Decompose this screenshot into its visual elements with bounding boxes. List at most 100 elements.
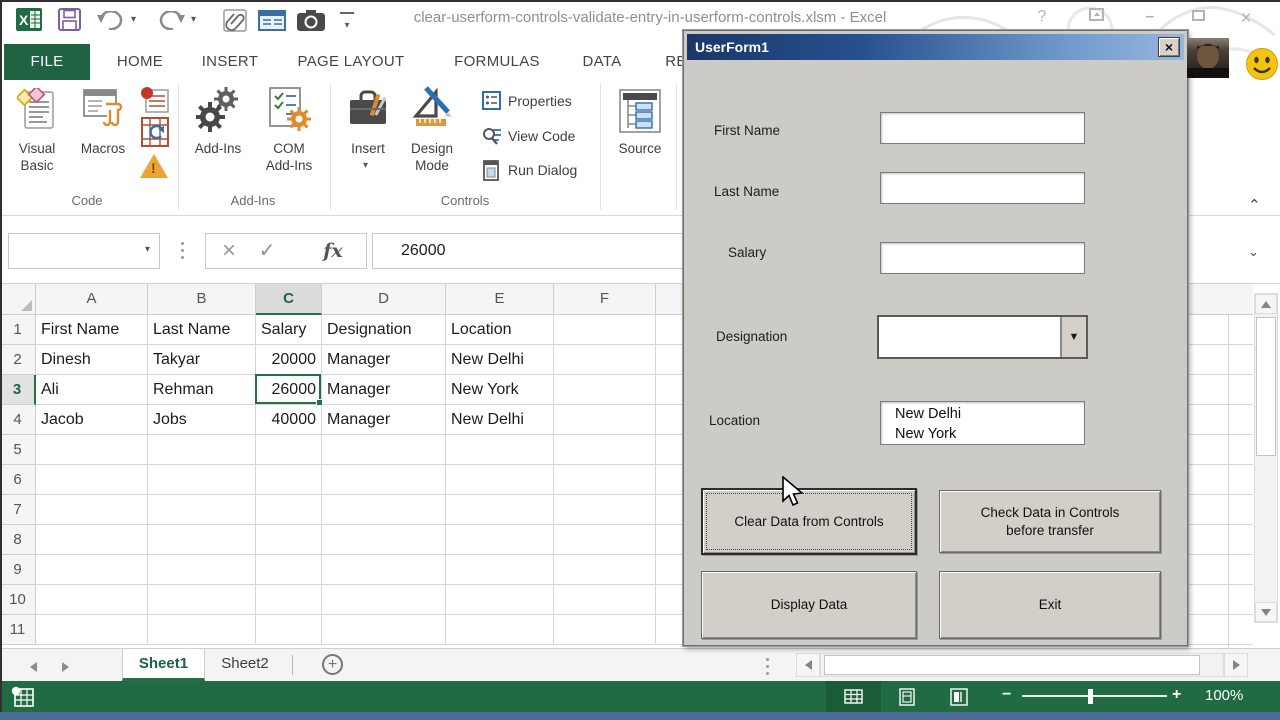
cell-partial[interactable] bbox=[656, 375, 683, 405]
enter-entry-icon[interactable]: ✓ bbox=[250, 234, 284, 268]
relative-references-icon[interactable] bbox=[140, 116, 170, 148]
select-all-corner[interactable] bbox=[0, 284, 36, 315]
cell-partial[interactable] bbox=[656, 435, 683, 465]
zoom-in-button[interactable]: + bbox=[1172, 686, 1181, 704]
cell-C9[interactable] bbox=[256, 555, 322, 585]
design-mode-button[interactable]: Design Mode bbox=[402, 140, 462, 174]
zoom-out-button[interactable]: − bbox=[1002, 686, 1011, 704]
cell-partial[interactable] bbox=[656, 405, 683, 435]
cell-A10[interactable] bbox=[36, 585, 148, 615]
new-sheet-button[interactable]: + bbox=[322, 654, 343, 675]
list-item[interactable]: New York bbox=[895, 424, 1084, 444]
column-header-partial[interactable] bbox=[1188, 284, 1253, 315]
cell-A6[interactable] bbox=[36, 465, 148, 495]
close-button[interactable]: × bbox=[1234, 8, 1258, 30]
cell-B7[interactable] bbox=[148, 495, 256, 525]
first-name-field[interactable] bbox=[880, 112, 1085, 144]
cell-A7[interactable] bbox=[36, 495, 148, 525]
salary-field[interactable] bbox=[880, 242, 1085, 274]
minimize-button[interactable]: – bbox=[1138, 8, 1162, 26]
macros-button[interactable]: Macros bbox=[72, 140, 134, 157]
cell-A3[interactable]: Ali bbox=[36, 375, 148, 405]
cell-partial[interactable] bbox=[656, 345, 683, 375]
grid-cells-partial[interactable] bbox=[1188, 315, 1253, 648]
tab-file[interactable]: FILE bbox=[4, 44, 90, 80]
tab-home[interactable]: HOME bbox=[104, 44, 176, 80]
cell-F8[interactable] bbox=[554, 525, 656, 555]
cell-A11[interactable] bbox=[36, 615, 148, 645]
row-header-5[interactable]: 5 bbox=[0, 435, 36, 465]
scroll-up-button[interactable] bbox=[1255, 294, 1277, 314]
cell-partial[interactable] bbox=[656, 615, 683, 645]
cell-E4[interactable]: New Delhi bbox=[446, 405, 554, 435]
add-ins-icon[interactable] bbox=[196, 86, 240, 132]
column-header-E[interactable]: E bbox=[446, 284, 554, 315]
cell-F4[interactable] bbox=[554, 405, 656, 435]
combobox-dropdown-icon[interactable]: ▼ bbox=[1060, 317, 1086, 357]
cell-D4[interactable]: Manager bbox=[322, 405, 446, 435]
redo-icon[interactable] bbox=[156, 11, 186, 30]
column-header-F[interactable]: F bbox=[554, 284, 656, 315]
cell-F3[interactable] bbox=[554, 375, 656, 405]
undo-dropdown-icon[interactable]: ▾ bbox=[131, 14, 136, 25]
cell-F1[interactable] bbox=[554, 315, 656, 345]
name-box[interactable]: ▾ bbox=[8, 233, 160, 269]
com-add-ins-icon[interactable] bbox=[266, 86, 312, 132]
vertical-scrollbar[interactable] bbox=[1254, 293, 1278, 623]
scroll-left-button[interactable] bbox=[796, 653, 820, 677]
view-normal-button[interactable] bbox=[826, 681, 881, 712]
last-name-field[interactable] bbox=[880, 172, 1085, 204]
sheet-tab-sheet2[interactable]: Sheet2 bbox=[206, 649, 284, 681]
formula-bar-splitter[interactable] bbox=[181, 240, 184, 261]
cell-C11[interactable] bbox=[256, 615, 322, 645]
sheet-nav-right-icon[interactable] bbox=[62, 659, 69, 677]
cell-C10[interactable] bbox=[256, 585, 322, 615]
column-header-partial[interactable] bbox=[656, 284, 683, 315]
name-box-dropdown-icon[interactable]: ▾ bbox=[145, 244, 150, 255]
row-header-8[interactable]: 8 bbox=[0, 525, 36, 555]
view-code-icon[interactable] bbox=[482, 126, 502, 146]
column-header-D[interactable]: D bbox=[322, 284, 446, 315]
cell-partial[interactable] bbox=[656, 315, 683, 345]
designation-combobox[interactable]: ▼ bbox=[877, 315, 1088, 359]
cell-A5[interactable] bbox=[36, 435, 148, 465]
insert-dropdown-icon[interactable]: ▾ bbox=[363, 160, 368, 171]
cell-B3[interactable]: Rehman bbox=[148, 375, 256, 405]
display-data-button[interactable]: Display Data bbox=[701, 571, 917, 639]
cell-B9[interactable] bbox=[148, 555, 256, 585]
cell-A1[interactable]: First Name bbox=[36, 315, 148, 345]
properties-icon[interactable] bbox=[482, 91, 501, 110]
row-header-10[interactable]: 10 bbox=[0, 585, 36, 615]
scroll-down-button[interactable] bbox=[1255, 602, 1277, 622]
source-icon[interactable] bbox=[618, 88, 662, 134]
cell-E2[interactable]: New Delhi bbox=[446, 345, 554, 375]
cell-D3[interactable]: Manager bbox=[322, 375, 446, 405]
cell-B10[interactable] bbox=[148, 585, 256, 615]
cell-E3[interactable]: New York bbox=[446, 375, 554, 405]
cell-A4[interactable]: Jacob bbox=[36, 405, 148, 435]
tab-data[interactable]: DATA bbox=[572, 44, 632, 80]
cell-F2[interactable] bbox=[554, 345, 656, 375]
record-macro-icon[interactable] bbox=[138, 86, 170, 114]
cell-C5[interactable] bbox=[256, 435, 322, 465]
cell-E5[interactable] bbox=[446, 435, 554, 465]
insert-control-icon[interactable] bbox=[348, 88, 390, 126]
userform-titlebar[interactable]: UserForm1 × bbox=[687, 34, 1184, 60]
cell-B8[interactable] bbox=[148, 525, 256, 555]
view-page-layout-button[interactable] bbox=[893, 681, 921, 712]
list-item[interactable]: New Delhi bbox=[895, 404, 1084, 424]
cell-E10[interactable] bbox=[446, 585, 554, 615]
scroll-right-button[interactable] bbox=[1224, 653, 1248, 677]
view-code-button[interactable]: View Code bbox=[508, 127, 575, 145]
cell-C6[interactable] bbox=[256, 465, 322, 495]
row-header-4[interactable]: 4 bbox=[0, 405, 36, 435]
location-listbox[interactable]: New Delhi New York bbox=[880, 401, 1085, 445]
row-header-6[interactable]: 6 bbox=[0, 465, 36, 495]
cell-E9[interactable] bbox=[446, 555, 554, 585]
cell-B5[interactable] bbox=[148, 435, 256, 465]
tabbar-splitter[interactable] bbox=[766, 656, 769, 677]
row-header-11[interactable]: 11 bbox=[0, 615, 36, 645]
zoom-slider-track[interactable] bbox=[1022, 695, 1167, 697]
visual-basic-icon[interactable] bbox=[17, 88, 57, 130]
cell-partial[interactable] bbox=[656, 585, 683, 615]
